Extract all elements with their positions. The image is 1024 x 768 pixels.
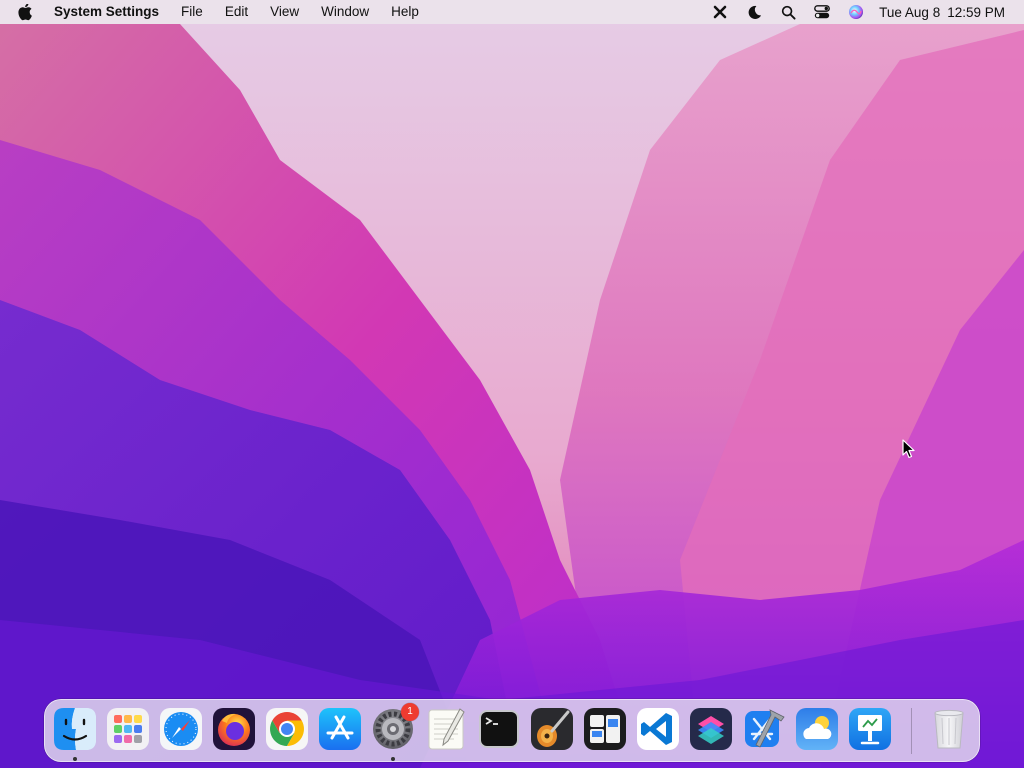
dock-separator: [911, 708, 912, 754]
terminal-icon: [479, 710, 519, 748]
close-x-icon[interactable]: [703, 0, 737, 24]
notification-badge: 1: [401, 703, 419, 721]
dock-chrome[interactable]: [265, 707, 309, 751]
trash-icon: [934, 709, 964, 749]
weather-icon: [796, 708, 838, 750]
menu-clock[interactable]: Tue Aug 8 12:59 PM: [873, 5, 1024, 20]
dock-keynote[interactable]: [848, 707, 892, 751]
dock-shortcuts[interactable]: [689, 707, 733, 751]
textedit-icon: [428, 708, 465, 750]
dock-terminal[interactable]: [477, 707, 521, 751]
dock: 1: [44, 699, 980, 762]
moon-icon[interactable]: [737, 0, 771, 24]
clock-date: Tue Aug 8: [879, 4, 941, 20]
firefox-icon: [213, 708, 255, 750]
dock-system-settings[interactable]: 1: [371, 703, 419, 761]
control-center-icon[interactable]: [805, 0, 839, 24]
running-indicator: [73, 757, 77, 761]
safari-icon: [160, 708, 202, 750]
siri-icon[interactable]: [839, 0, 873, 24]
dock-xcode[interactable]: [742, 707, 786, 751]
menu-help[interactable]: Help: [380, 0, 430, 24]
dock-weather[interactable]: [795, 707, 839, 751]
apple-logo-icon[interactable]: [0, 0, 43, 24]
dock-trash[interactable]: [927, 707, 971, 751]
xcode-icon: [745, 709, 785, 748]
mouse-cursor-icon: [902, 439, 916, 464]
dock-windows-app[interactable]: [583, 707, 627, 751]
dock-safari[interactable]: [159, 707, 203, 751]
dock-launchpad[interactable]: [106, 707, 150, 751]
search-icon[interactable]: [771, 0, 805, 24]
menu-view[interactable]: View: [259, 0, 310, 24]
dock-textedit[interactable]: [424, 707, 468, 751]
dock-garageband[interactable]: [530, 707, 574, 751]
menu-edit[interactable]: Edit: [214, 0, 259, 24]
finder-icon: [54, 708, 96, 750]
running-indicator: [391, 757, 395, 761]
dock-vscode[interactable]: [636, 707, 680, 751]
menu-bar: System Settings File Edit View Window He…: [0, 0, 1024, 24]
chrome-icon: [266, 708, 308, 750]
launchpad-icon: [107, 708, 149, 750]
clock-time: 12:59 PM: [947, 4, 1005, 20]
desktop-wallpaper: [0, 0, 1024, 768]
windows-app-icon: [584, 708, 626, 750]
dock-app-store[interactable]: [318, 707, 362, 751]
app-store-icon: [319, 708, 361, 750]
dock-finder[interactable]: [53, 707, 97, 761]
keynote-icon: [849, 708, 891, 750]
menu-file[interactable]: File: [170, 0, 214, 24]
menu-window[interactable]: Window: [310, 0, 380, 24]
dock-firefox[interactable]: [212, 707, 256, 751]
menu-app-name[interactable]: System Settings: [43, 0, 170, 24]
shortcuts-icon: [690, 708, 732, 750]
vscode-icon: [637, 708, 679, 750]
garageband-icon: [531, 708, 573, 750]
